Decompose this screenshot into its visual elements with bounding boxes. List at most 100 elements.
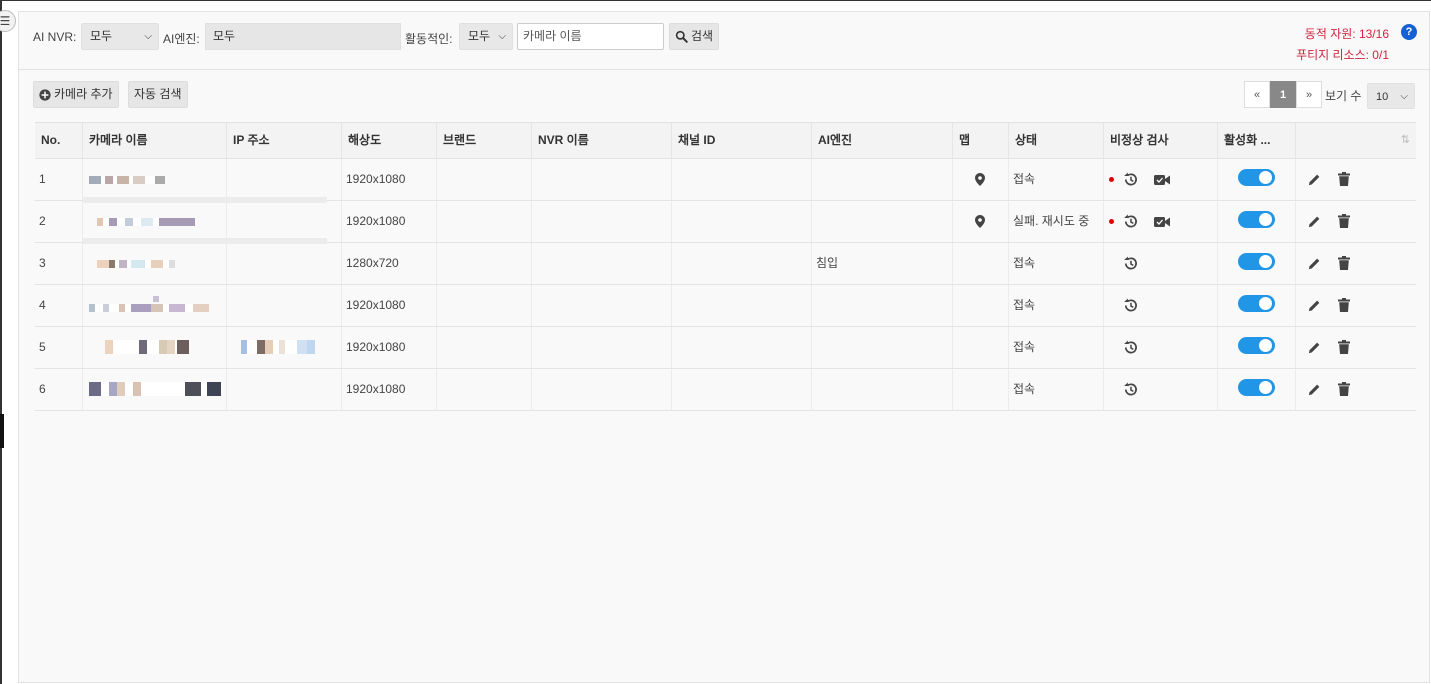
enabled-toggle[interactable] bbox=[1238, 211, 1275, 228]
engine-filter-input[interactable]: 모두 bbox=[205, 23, 401, 50]
enabled-toggle[interactable] bbox=[1238, 169, 1275, 186]
cell-ip-redacted bbox=[227, 327, 342, 368]
trash-icon[interactable] bbox=[1338, 298, 1350, 312]
cell-ai-engine bbox=[812, 369, 953, 410]
add-camera-button[interactable]: 카메라 추가 bbox=[33, 81, 119, 108]
nvr-filter-value: 모두 bbox=[90, 29, 113, 43]
camera-name-search-input[interactable]: 카메라 이름 bbox=[517, 23, 664, 50]
add-camera-label: 카메라 추가 bbox=[54, 87, 113, 101]
trash-icon[interactable] bbox=[1338, 172, 1350, 186]
col-header-ip[interactable]: IP 주소 bbox=[227, 123, 342, 160]
cell-no: 3 bbox=[35, 243, 83, 284]
cell-brand bbox=[437, 369, 532, 410]
enabled-toggle[interactable] bbox=[1238, 253, 1275, 270]
table-row[interactable]: 2 1920x1080 실패. 재시도 중 bbox=[35, 197, 1416, 244]
pencil-icon[interactable] bbox=[1308, 215, 1321, 228]
cell-enabled bbox=[1218, 243, 1296, 284]
sort-icon[interactable]: ⇅ bbox=[1401, 123, 1410, 158]
col-header-status[interactable]: 상태 bbox=[1009, 123, 1104, 160]
auto-search-button[interactable]: 자동 검색 bbox=[128, 81, 188, 108]
history-icon[interactable] bbox=[1123, 340, 1138, 355]
prev-page-button[interactable]: « bbox=[1244, 81, 1270, 108]
cell-channel-id bbox=[672, 159, 812, 200]
enabled-toggle[interactable] bbox=[1238, 337, 1275, 354]
video-camera-icon[interactable] bbox=[1154, 216, 1170, 228]
pencil-icon[interactable] bbox=[1308, 341, 1321, 354]
cell-anomaly-check bbox=[1104, 327, 1218, 368]
table-header: No. 카메라 이름 IP 주소 해상도 브랜드 NVR 이름 채널 ID AI… bbox=[35, 122, 1416, 160]
pencil-icon[interactable] bbox=[1308, 383, 1321, 396]
cell-ai-engine bbox=[812, 201, 953, 242]
nvr-filter-select[interactable]: 모두 ⌵ bbox=[81, 23, 159, 50]
map-pin-icon[interactable] bbox=[975, 173, 985, 186]
history-icon[interactable] bbox=[1123, 214, 1138, 229]
table-row[interactable]: 1 1920x1080 접속 bbox=[35, 159, 1416, 201]
cell-no: 5 bbox=[35, 327, 83, 368]
cell-camera-name-redacted bbox=[83, 369, 227, 410]
cell-map bbox=[953, 243, 1009, 284]
table-row[interactable]: 5 1920x1080 접속 bbox=[35, 327, 1416, 369]
page-size-value: 10 bbox=[1376, 91, 1389, 103]
cell-brand bbox=[437, 201, 532, 242]
col-header-no[interactable]: No. bbox=[35, 123, 83, 160]
cell-map bbox=[953, 327, 1009, 368]
col-header-camera-name[interactable]: 카메라 이름 bbox=[83, 123, 227, 160]
trash-icon[interactable] bbox=[1338, 256, 1350, 270]
active-filter-select[interactable]: 모두 ⌵ bbox=[459, 23, 513, 50]
history-icon[interactable] bbox=[1123, 256, 1138, 271]
cell-channel-id bbox=[672, 243, 812, 284]
cell-ip-redacted bbox=[227, 201, 342, 242]
pencil-icon[interactable] bbox=[1308, 257, 1321, 270]
table-row[interactable]: 6 1920x1080 접속 bbox=[35, 369, 1416, 411]
history-icon[interactable] bbox=[1123, 298, 1138, 313]
history-icon[interactable] bbox=[1123, 172, 1138, 187]
page-size-select[interactable]: 10 ⌵ bbox=[1367, 83, 1415, 109]
cell-ai-engine bbox=[812, 159, 953, 200]
cell-channel-id bbox=[672, 327, 812, 368]
page-1-button[interactable]: 1 bbox=[1270, 81, 1296, 108]
pencil-icon[interactable] bbox=[1308, 173, 1321, 186]
pencil-icon[interactable] bbox=[1308, 299, 1321, 312]
cell-resolution: 1920x1080 bbox=[342, 159, 437, 200]
cell-anomaly-check bbox=[1104, 285, 1218, 326]
cell-ai-engine bbox=[812, 327, 953, 368]
col-header-anomaly-check[interactable]: 비정상 검사 bbox=[1104, 123, 1218, 160]
col-header-channel-id[interactable]: 채널 ID bbox=[672, 123, 812, 160]
camera-management-panel: AI NVR: 모두 ⌵ AI엔진: 모두 활동적인: 모두 ⌵ 카메라 이름 … bbox=[18, 11, 1430, 683]
col-header-resolution[interactable]: 해상도 bbox=[342, 123, 437, 160]
cell-status: 접속 bbox=[1009, 327, 1104, 368]
alert-dot-icon bbox=[1109, 177, 1114, 182]
history-icon[interactable] bbox=[1123, 382, 1138, 397]
trash-icon[interactable] bbox=[1338, 382, 1350, 396]
cell-nvr-name bbox=[532, 285, 672, 326]
cell-camera-name-redacted bbox=[83, 243, 227, 284]
cell-resolution: 1280x720 bbox=[342, 243, 437, 284]
search-button[interactable]: 검색 bbox=[669, 23, 720, 50]
help-icon[interactable]: ? bbox=[1401, 24, 1417, 40]
col-header-brand[interactable]: 브랜드 bbox=[437, 123, 532, 160]
menu-icon[interactable]: ☰ bbox=[0, 10, 16, 32]
page-size-label: 보기 수 bbox=[1325, 89, 1362, 103]
col-header-map[interactable]: 맵 bbox=[953, 123, 1009, 160]
cell-map bbox=[953, 201, 1009, 242]
cell-anomaly-check bbox=[1104, 369, 1218, 410]
cell-ip-redacted bbox=[227, 159, 342, 200]
table-row[interactable]: 3 1280x720 침입 접속 bbox=[35, 243, 1416, 285]
trash-icon[interactable] bbox=[1338, 214, 1350, 228]
next-page-button[interactable]: » bbox=[1296, 81, 1322, 108]
col-header-nvr-name[interactable]: NVR 이름 bbox=[532, 123, 672, 160]
col-header-enabled[interactable]: 활성화 ... bbox=[1218, 123, 1296, 160]
enabled-toggle[interactable] bbox=[1238, 295, 1275, 312]
cell-actions bbox=[1296, 201, 1416, 242]
table-row[interactable]: 4 1920x1080 접속 bbox=[35, 285, 1416, 327]
map-pin-icon[interactable] bbox=[975, 215, 985, 228]
col-header-ai-engine[interactable]: AI엔진 bbox=[812, 123, 953, 160]
trash-icon[interactable] bbox=[1338, 340, 1350, 354]
engine-filter-value: 모두 bbox=[213, 29, 236, 43]
active-filter-value: 모두 bbox=[468, 29, 491, 43]
video-camera-icon[interactable] bbox=[1154, 174, 1170, 186]
enabled-toggle[interactable] bbox=[1238, 379, 1275, 396]
cell-enabled bbox=[1218, 327, 1296, 368]
cell-actions bbox=[1296, 327, 1416, 368]
plus-circle-icon bbox=[39, 88, 51, 101]
